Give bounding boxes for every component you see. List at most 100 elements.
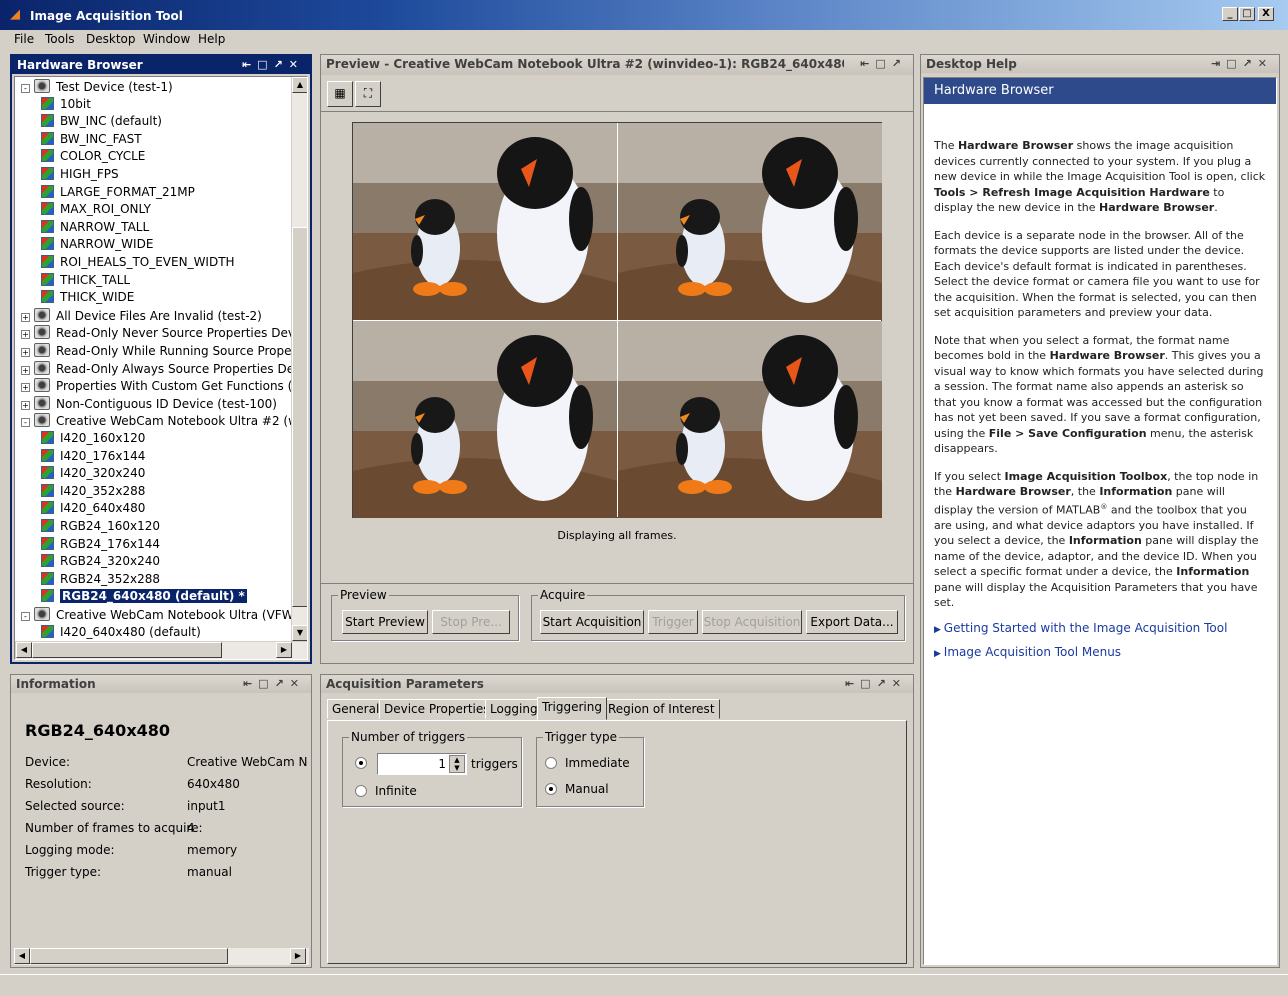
tab-triggering[interactable]: Triggering	[537, 697, 607, 720]
tree-format-node[interactable]: LARGE_FORMAT_21MP	[41, 184, 195, 203]
collapse-icon[interactable]: -	[21, 612, 30, 621]
tree-format-node[interactable]: RGB24_352x288	[41, 571, 160, 590]
tree-device-node[interactable]: + Read-Only Never Source Properties Devic…	[21, 325, 307, 343]
format-icon	[41, 519, 54, 532]
expand-icon[interactable]: +	[21, 330, 30, 340]
fit-view-button[interactable]: ⛶	[355, 81, 381, 107]
help-link-getting-started[interactable]: Getting Started with the Image Acquisiti…	[934, 621, 1266, 635]
stop-acquisition-button[interactable]: Stop Acquisition	[702, 610, 802, 634]
grid-icon: ▦	[334, 86, 346, 100]
scroll-down-icon[interactable]: ▼	[292, 625, 307, 641]
preview-group-label: Preview	[338, 588, 389, 602]
manual-radio[interactable]: Manual	[545, 782, 609, 796]
expand-icon[interactable]: +	[21, 383, 30, 393]
scroll-up-icon[interactable]: ▲	[292, 77, 307, 93]
tree-format-node[interactable]: COLOR_CYCLE	[41, 149, 145, 167]
tree-format-node[interactable]: RGB24_160x120	[41, 519, 160, 537]
tab-logging[interactable]: Logging	[485, 699, 543, 719]
tab-region-of-interest[interactable]: Region of Interest	[603, 699, 720, 719]
tree-device-node[interactable]: + All Device Files Are Invalid (test-2)	[21, 307, 262, 326]
tree-format-node[interactable]: I420_352x288	[41, 483, 145, 502]
collapse-icon[interactable]: -	[21, 84, 30, 93]
menu-desktop[interactable]: Desktop	[86, 32, 136, 46]
panel-controls[interactable]: ⇤□↗✕	[243, 677, 305, 690]
tree-node-label: I420_160x120	[60, 431, 146, 445]
tree-format-node[interactable]: MAX_ROI_ONLY	[41, 202, 151, 220]
trigger-button[interactable]: Trigger	[648, 610, 698, 634]
tree-format-node[interactable]: I420_640x480 (default)	[41, 624, 201, 643]
tree-format-node[interactable]: 10bit	[41, 96, 91, 115]
scroll-left-icon[interactable]: ◀	[16, 642, 32, 658]
hscroll-thumb[interactable]	[32, 642, 222, 658]
tree-format-node[interactable]: I420_320x240	[41, 466, 145, 484]
infinite-radio[interactable]: Infinite	[355, 784, 417, 798]
tree-format-node[interactable]: HIGH_FPS	[41, 167, 119, 185]
collapse-icon[interactable]: -	[21, 418, 30, 428]
maximize-button[interactable]: □	[1239, 7, 1255, 21]
expand-icon[interactable]: +	[21, 312, 30, 322]
stop-preview-button[interactable]: Stop Pre...	[432, 610, 510, 634]
divider	[321, 111, 913, 112]
menu-window[interactable]: Window	[143, 32, 190, 46]
tree-format-node[interactable]: THICK_TALL	[41, 272, 130, 291]
tree-format-node[interactable]: THICK_WIDE	[41, 290, 134, 308]
tree-node-label: RGB24_640x480 (default) *	[59, 588, 248, 605]
panel-controls[interactable]: ⇥□↗✕	[1211, 57, 1273, 70]
tree-device-node[interactable]: - Test Device (test-1)	[21, 79, 173, 97]
tree-format-node[interactable]: NARROW_TALL	[41, 219, 150, 238]
count-radio[interactable]	[355, 756, 375, 770]
start-acquisition-button[interactable]: Start Acquisition	[540, 610, 644, 634]
tree-device-node[interactable]: + Read-Only While Running Source Properti…	[21, 343, 307, 361]
help-text-part: Tools > Refresh Image Acquisition Hardwa…	[934, 185, 1210, 199]
tree-node-label: COLOR_CYCLE	[60, 149, 146, 164]
tree-format-node[interactable]: RGB24_320x240	[41, 554, 160, 572]
tree-device-node[interactable]: - Creative WebCam Notebook Ultra #2 (winv	[21, 413, 307, 431]
tab-device-properties[interactable]: Device Properties	[379, 699, 495, 719]
scroll-thumb[interactable]	[292, 227, 307, 607]
info-hscrollbar[interactable]: ◀ ▶	[13, 947, 309, 965]
hscroll-thumb[interactable]	[30, 948, 228, 964]
single-frame-view-button[interactable]: ▦	[327, 81, 353, 107]
menu-tools[interactable]: Tools	[45, 32, 75, 46]
desktop-help-header: Desktop Help ⇥□↗✕	[921, 55, 1279, 73]
scroll-right-icon[interactable]: ▶	[290, 948, 306, 964]
export-data-button[interactable]: Export Data...	[806, 610, 898, 634]
num-triggers-value: 1	[438, 757, 446, 771]
expand-icon[interactable]: +	[21, 400, 30, 410]
tree-format-node[interactable]: BW_INC (default)	[41, 114, 162, 132]
hardware-tree[interactable]: - Test Device (test-1) 10bit BW_INC (defaul…	[14, 76, 308, 660]
panel-controls[interactable]: ⇤□↗✕	[845, 677, 907, 690]
scroll-left-icon[interactable]: ◀	[14, 948, 30, 964]
tree-node-label: NARROW_TALL	[60, 219, 150, 234]
expand-icon[interactable]: +	[21, 365, 30, 375]
close-button[interactable]: X	[1258, 7, 1274, 21]
help-link-tool-menus[interactable]: Image Acquisition Tool Menus	[934, 645, 1266, 659]
tree-device-node[interactable]: + Properties With Custom Get Functions (t…	[21, 378, 307, 396]
expand-icon[interactable]: +	[21, 348, 30, 357]
tree-device-node[interactable]: - Creative WebCam Notebook Ultra (VFW) (w	[21, 607, 307, 625]
tree-format-node[interactable]: NARROW_WIDE	[41, 237, 153, 255]
menu-help[interactable]: Help	[198, 32, 225, 46]
tree-format-node[interactable]: I420_640x480	[41, 501, 145, 519]
tree-format-node[interactable]: RGB24_640x480 (default) *	[41, 588, 248, 607]
num-triggers-spinner[interactable]: 1 ▲ ▼	[377, 753, 467, 775]
tree-device-node[interactable]: + Read-Only Always Source Properties Devi…	[21, 360, 307, 379]
tree-format-node[interactable]: RGB24_176x144	[41, 536, 160, 555]
panel-controls[interactable]: ⇤□↗	[860, 57, 907, 70]
immediate-radio[interactable]: Immediate	[545, 756, 630, 770]
scroll-right-icon[interactable]: ▶	[276, 642, 292, 658]
minimize-button[interactable]: _	[1222, 7, 1238, 21]
tree-format-node[interactable]: I420_160x120	[41, 431, 145, 449]
tree-format-node[interactable]: I420_176x144	[41, 448, 145, 467]
tree-device-node[interactable]: + Non-Contiguous ID Device (test-100)	[21, 395, 277, 414]
tree-format-node[interactable]: ROI_HEALS_TO_EVEN_WIDTH	[41, 255, 235, 273]
tab-general[interactable]: General	[327, 699, 385, 719]
tree-hscrollbar[interactable]: ◀ ▶	[15, 641, 307, 659]
panel-controls[interactable]: ⇤□↗✕	[242, 58, 304, 71]
tree-format-node[interactable]: BW_INC_FAST	[41, 131, 142, 150]
camera-icon	[34, 325, 50, 340]
menu-file[interactable]: File	[14, 32, 34, 46]
tree-vscrollbar[interactable]: ▲ ▼	[291, 77, 307, 641]
start-preview-button[interactable]: Start Preview	[342, 610, 428, 634]
spinner-arrows-icon[interactable]: ▲ ▼	[449, 755, 465, 773]
